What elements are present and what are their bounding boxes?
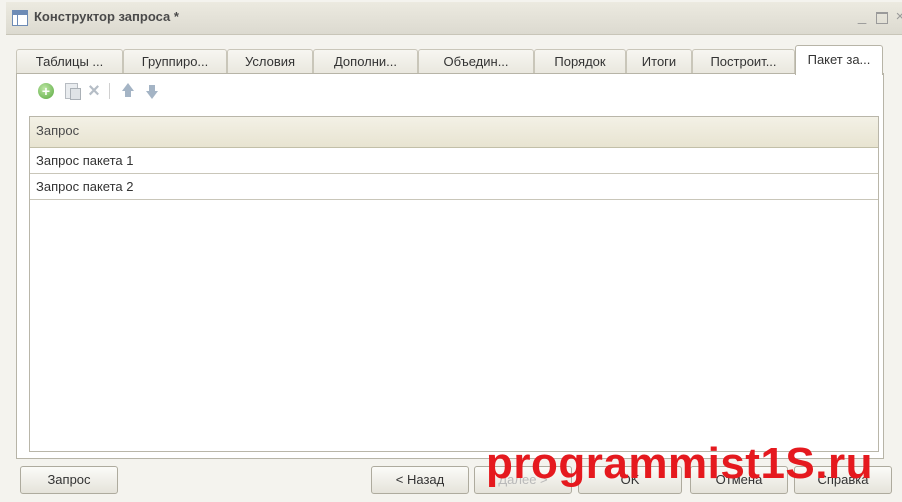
query-constructor-window: Конструктор запроса * _ × Таблицы ... Гр…	[0, 0, 902, 502]
column-header-query[interactable]: Запрос	[30, 117, 878, 148]
toolbar: + ×	[35, 80, 235, 104]
move-up-icon	[122, 83, 134, 97]
move-down-icon	[146, 85, 158, 99]
tab-conditions[interactable]: Условия	[227, 49, 313, 74]
tab-grouping[interactable]: Группиро...	[123, 49, 227, 74]
delete-icon: ×	[88, 80, 100, 102]
tab-batch-queries[interactable]: Пакет за...	[795, 45, 883, 75]
back-button[interactable]: < Назад	[371, 466, 469, 494]
window-title: Конструктор запроса *	[34, 9, 179, 24]
tab-strip: Таблицы ... Группиро... Условия Дополни.…	[16, 45, 902, 75]
add-button[interactable]: +	[35, 80, 57, 102]
tab-order[interactable]: Порядок	[534, 49, 626, 74]
minimize-button[interactable]: _	[854, 8, 870, 26]
delete-button[interactable]: ×	[83, 80, 105, 102]
add-icon: +	[38, 83, 54, 99]
table-icon	[12, 10, 28, 26]
maximize-icon	[876, 12, 888, 24]
tab-content-panel: + × Запрос Запрос пакета 1 Запрос пакета…	[16, 73, 884, 459]
query-button[interactable]: Запрос	[20, 466, 118, 494]
tab-additional[interactable]: Дополни...	[313, 49, 418, 74]
copy-icon	[65, 83, 81, 100]
toolbar-separator	[109, 83, 110, 99]
close-button[interactable]: ×	[892, 8, 902, 26]
query-batch-table[interactable]: Запрос Запрос пакета 1 Запрос пакета 2	[29, 116, 879, 452]
title-bar[interactable]: Конструктор запроса * _ ×	[6, 2, 902, 35]
move-down-button[interactable]	[141, 80, 163, 102]
table-row[interactable]: Запрос пакета 2	[30, 174, 878, 200]
copy-button[interactable]	[60, 80, 82, 102]
tab-builder[interactable]: Построит...	[692, 49, 795, 74]
tab-totals[interactable]: Итоги	[626, 49, 692, 74]
table-row[interactable]: Запрос пакета 1	[30, 148, 878, 174]
watermark: programmist1S.ru	[486, 439, 873, 488]
tab-tables[interactable]: Таблицы ...	[16, 49, 123, 74]
maximize-button[interactable]	[874, 8, 890, 26]
tab-unions[interactable]: Объедин...	[418, 49, 534, 74]
move-up-button[interactable]	[117, 80, 139, 102]
